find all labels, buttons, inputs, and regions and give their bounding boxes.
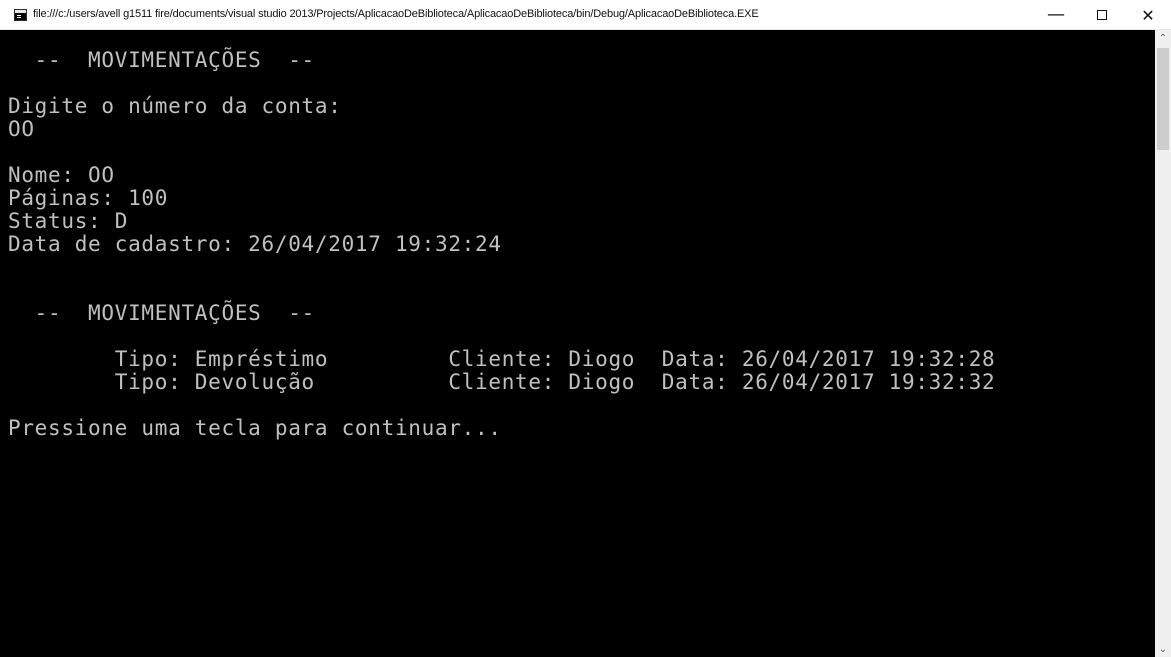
scroll-up-button[interactable]: ⌃ xyxy=(1155,30,1171,46)
console-app-icon[interactable] xyxy=(14,9,27,21)
chevron-up-icon: ⌃ xyxy=(1158,32,1168,44)
scroll-thumb[interactable] xyxy=(1157,48,1169,150)
maximize-icon xyxy=(1097,10,1107,20)
minimize-icon: — xyxy=(1047,4,1065,25)
chevron-down-icon: ⌄ xyxy=(1158,643,1168,655)
vertical-scrollbar[interactable]: ⌃ ⌄ xyxy=(1155,30,1171,657)
close-button[interactable]: ✕ xyxy=(1125,0,1171,29)
maximize-button[interactable] xyxy=(1079,0,1125,29)
close-icon: ✕ xyxy=(1141,5,1155,25)
window-title: file:///c:/users/avell g1511 fire/docume… xyxy=(33,8,759,20)
console-output-area[interactable]: -- MOVIMENTAÇÕES -- Digite o número da c… xyxy=(0,30,1155,657)
title-bar[interactable]: file:///c:/users/avell g1511 fire/docume… xyxy=(0,0,1171,30)
console-window: file:///c:/users/avell g1511 fire/docume… xyxy=(0,0,1171,657)
scroll-down-button[interactable]: ⌄ xyxy=(1155,641,1171,657)
minimize-button[interactable]: — xyxy=(1033,0,1079,29)
console-text: -- MOVIMENTAÇÕES -- Digite o número da c… xyxy=(8,48,996,440)
window-controls: — ✕ xyxy=(1033,0,1171,29)
